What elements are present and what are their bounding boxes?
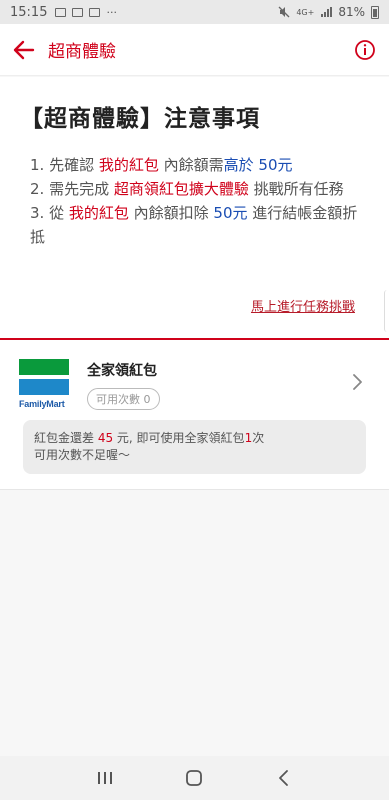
hint-box: 紅包金還差 45 元, 即可使用全家領紅包1次 可用次數不足喔～ [23, 420, 366, 474]
notice-title: 【超商體驗】注意事項 [20, 106, 260, 132]
scroll-indicator [384, 290, 389, 332]
signal-icon [321, 7, 333, 17]
more-notifications: ··· [106, 5, 117, 19]
red-envelope-link: 我的紅包 [68, 204, 129, 222]
back-icon [279, 770, 289, 786]
familymart-card[interactable]: FamilyMart 全家領紅包 可用次數 0 紅包金還差 45 元, 即可使用… [0, 340, 389, 490]
recents-icon [97, 772, 112, 784]
notification-icons: ··· [55, 6, 117, 19]
hint-text: 次 [252, 431, 265, 445]
info-button[interactable] [341, 24, 389, 76]
status-right: 4G+ 81% [278, 5, 379, 19]
card-title: 全家領紅包 [87, 363, 157, 379]
app-bar: 超商體驗 [0, 24, 389, 76]
hint-text: 元, 即可使用全家領紅包 [113, 431, 245, 445]
arrow-left-icon [13, 40, 35, 59]
home-button[interactable] [174, 758, 214, 798]
amount-highlight: 50元 [213, 204, 248, 222]
notice-item-2: 2. 需先完成 超商領紅包擴大體驗 挑戰所有任務 [30, 177, 359, 201]
hint-text: 紅包金還差 [34, 431, 98, 445]
chevron-right-icon[interactable] [347, 372, 367, 392]
chat-icon [89, 7, 101, 17]
mail-icon [72, 7, 84, 17]
notice-list: 1. 先確認 我的紅包 內餘額需高於 50元 2. 需先完成 超商領紅包擴大體驗… [30, 153, 359, 249]
notice-item-1: 1. 先確認 我的紅包 內餘額需高於 50元 [30, 153, 359, 177]
challenge-name: 超商領紅包擴大體驗 [113, 180, 249, 198]
logo-blue-band [19, 379, 69, 395]
notice-text: 1. 先確認 [30, 156, 99, 174]
info-icon [355, 39, 375, 60]
notice-text: 2. 需先完成 [30, 180, 114, 198]
back-button[interactable] [0, 24, 48, 76]
start-challenge-link[interactable]: 馬上進行任務挑戰 [251, 296, 355, 315]
page-title: 超商體驗 [48, 42, 116, 62]
battery-icon [371, 5, 379, 19]
logo-text: FamilyMart [19, 399, 65, 409]
mute-icon [278, 6, 290, 18]
hint-amount: 45 [97, 431, 114, 445]
battery-percent: 81% [338, 5, 365, 19]
network-type: 4G+ [296, 7, 315, 17]
system-nav-bar [0, 756, 389, 800]
notice-text: 內餘額需 [158, 156, 224, 174]
hint-line-2: 可用次數不足喔～ [34, 448, 131, 462]
recents-button[interactable] [85, 758, 125, 798]
notice-text: 3. 從 [30, 204, 69, 222]
red-envelope-link: 我的紅包 [98, 156, 159, 174]
hint-line-1: 紅包金還差 45 元, 即可使用全家領紅包1次 [34, 430, 355, 447]
amount-highlight: 高於 50元 [223, 156, 293, 174]
status-bar: 15:15 ··· 4G+ 81% [0, 0, 389, 24]
home-icon [186, 770, 203, 786]
available-count-badge: 可用次數 0 [87, 388, 160, 410]
status-time: 15:15 [10, 4, 48, 20]
notice-text: 內餘額扣除 [128, 204, 214, 222]
logo-green-band [19, 359, 69, 375]
familymart-logo: FamilyMart [19, 359, 69, 411]
notice-item-3: 3. 從 我的紅包 內餘額扣除 50元 進行結帳金額折抵 [30, 201, 359, 249]
nav-back-button[interactable] [264, 758, 304, 798]
image-icon [55, 7, 67, 17]
notice-text: 挑戰所有任務 [248, 180, 344, 198]
notice-section: 【超商體驗】注意事項 1. 先確認 我的紅包 內餘額需高於 50元 2. 需先完… [0, 77, 389, 338]
